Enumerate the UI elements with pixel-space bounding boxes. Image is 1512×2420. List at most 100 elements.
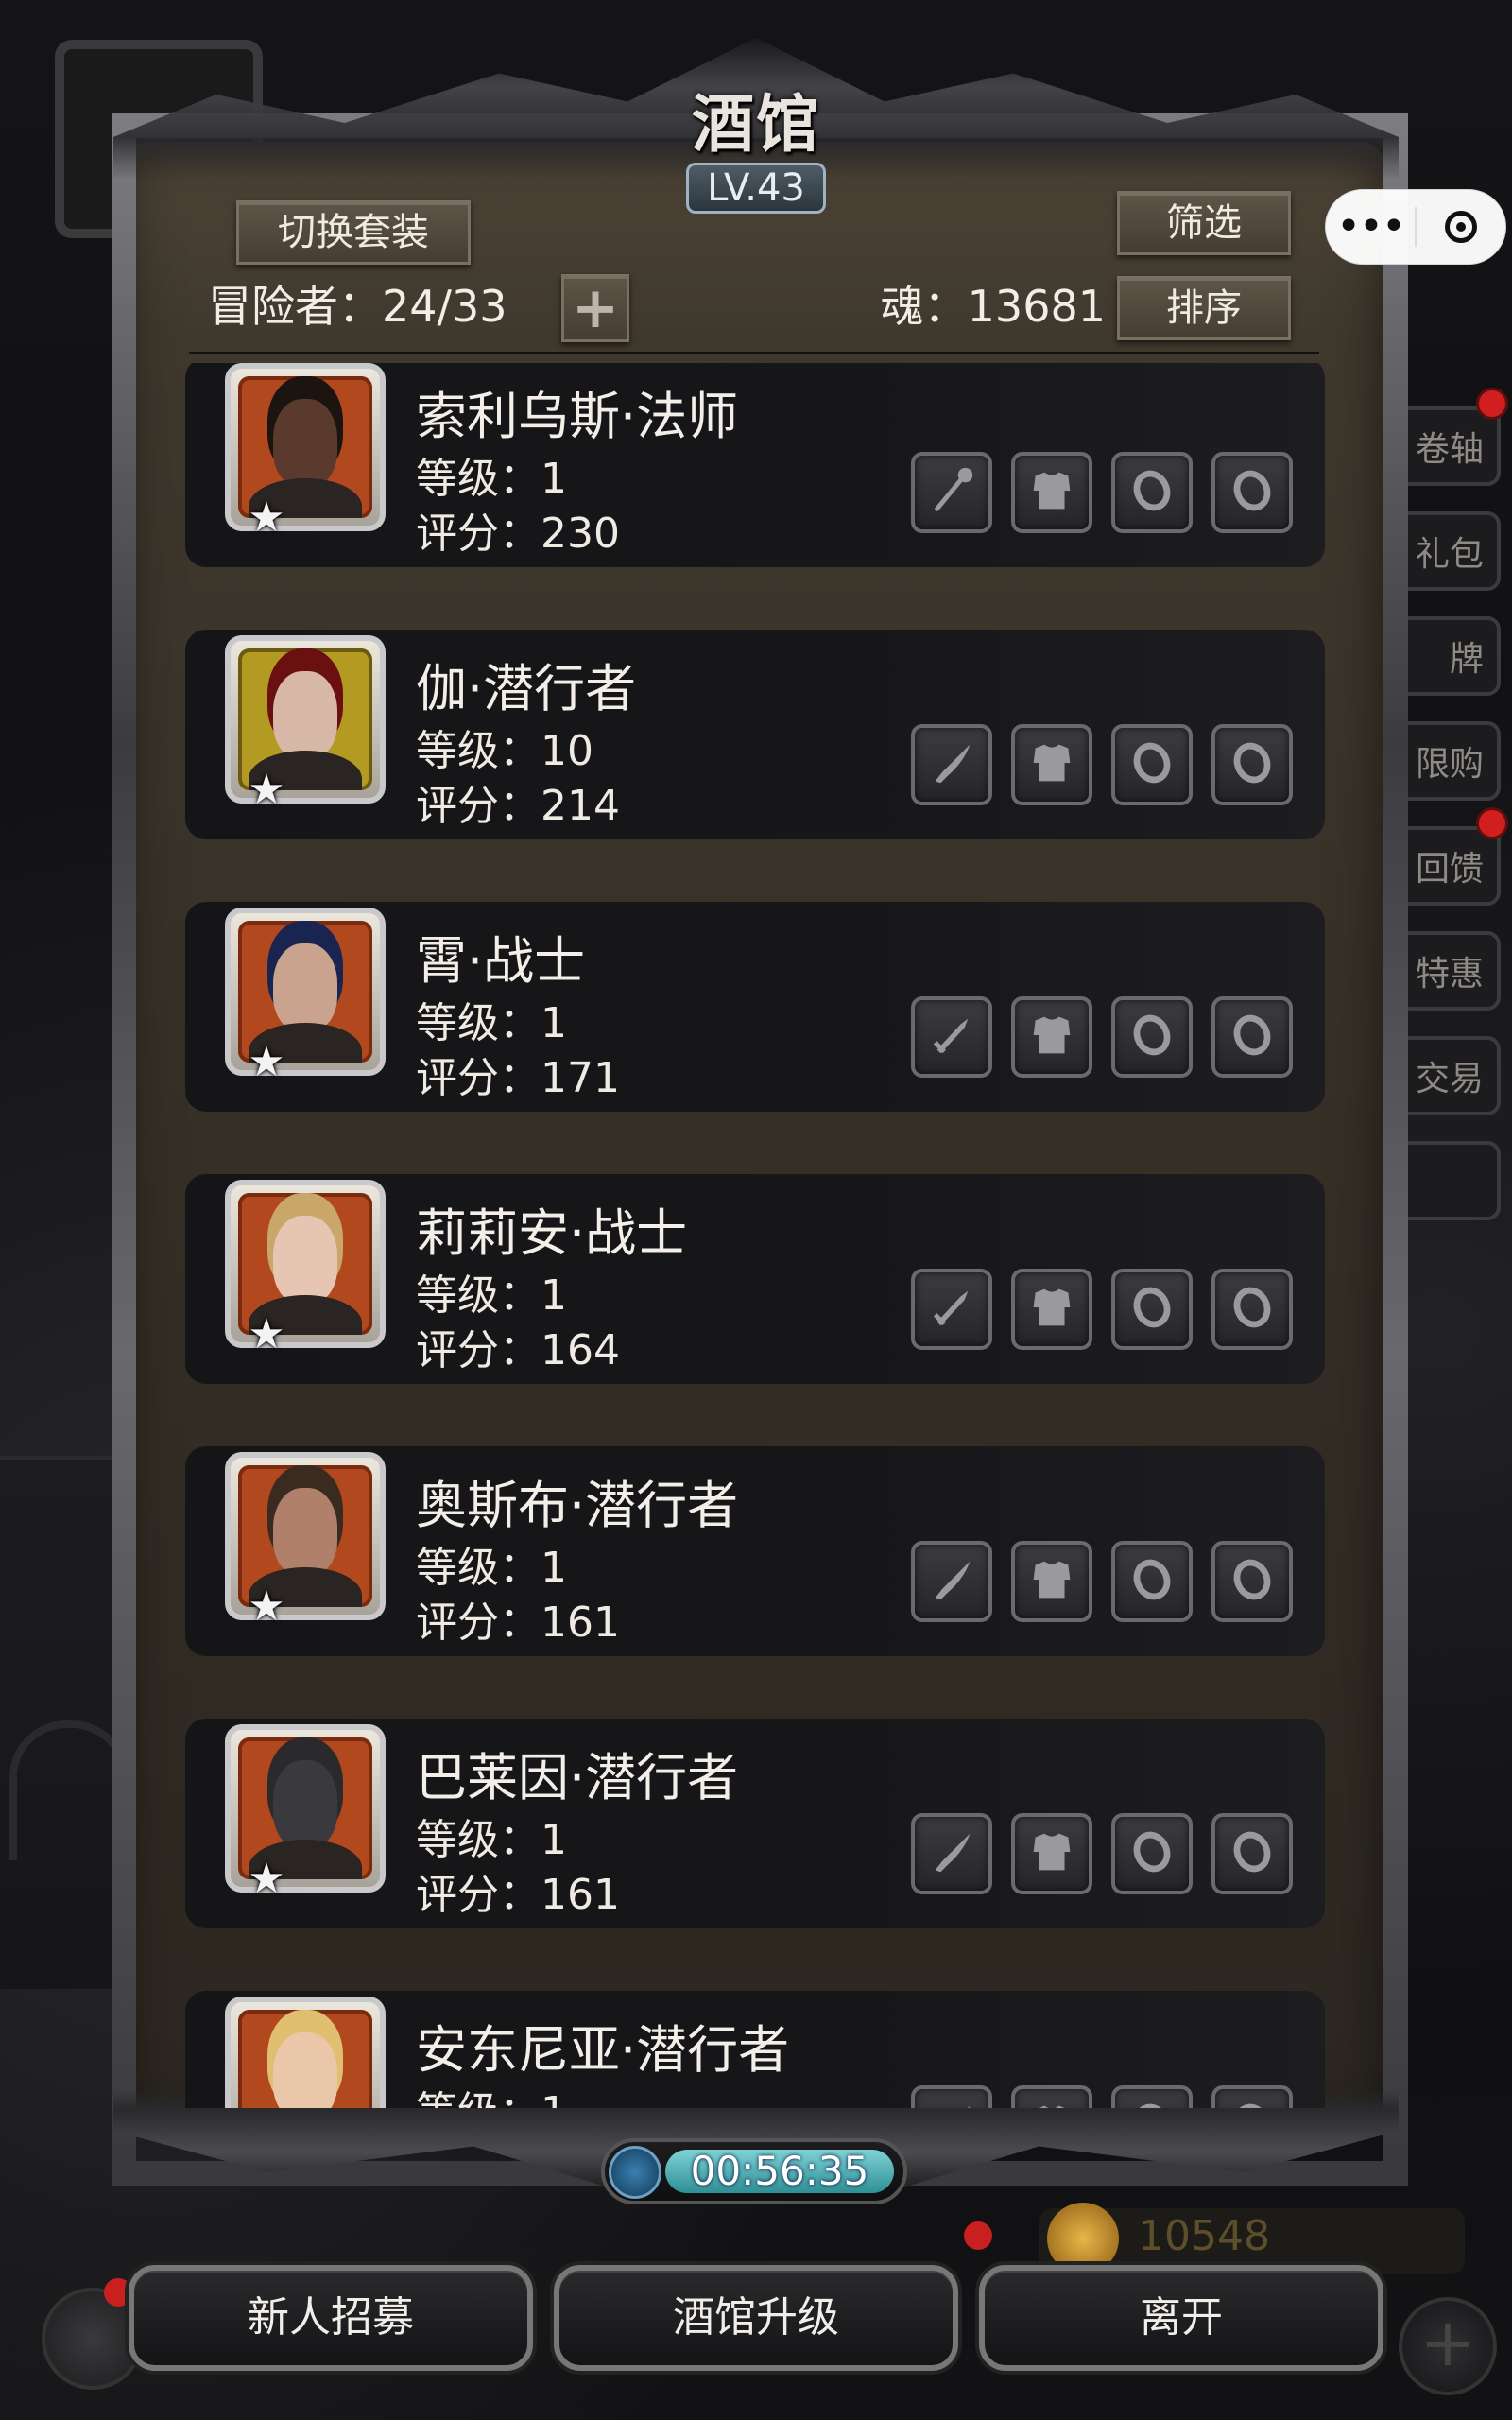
weapon-slot[interactable] xyxy=(911,996,992,1078)
weapon-slot[interactable] xyxy=(911,1541,992,1622)
adventurer-level: 等级：1 xyxy=(416,1544,567,1592)
adventurer-card[interactable]: ★安东尼亚·潜行者等级：1 xyxy=(185,1991,1325,2108)
ring-slot[interactable] xyxy=(1211,1269,1293,1350)
ring-icon xyxy=(1225,735,1280,794)
side-menu-label: 礼包 xyxy=(1415,535,1484,574)
ring-icon xyxy=(1225,1280,1280,1339)
side-menu-label: 牌 xyxy=(1449,640,1484,679)
adventurer-name: 莉莉安·战士 xyxy=(416,1203,688,1263)
dagger-icon xyxy=(924,735,979,794)
star-icon: ★ xyxy=(248,1038,285,1086)
portrait-image xyxy=(238,2010,372,2108)
side-menu: 卷轴 礼包 牌 限购 回馈 特惠 交易 xyxy=(1380,388,1512,1246)
equipment-slots xyxy=(911,1813,1293,1894)
adventurer-score: 评分：214 xyxy=(416,782,620,830)
ring-icon xyxy=(1125,463,1179,522)
adventurer-level: 等级：1 xyxy=(416,455,567,503)
adventurer-name: 伽·潜行者 xyxy=(416,659,637,718)
ring-slot[interactable] xyxy=(1111,724,1193,805)
adventurer-card[interactable]: ★ 伽·潜行者 等级：10 评分：214 xyxy=(185,630,1325,839)
ring-slot[interactable] xyxy=(1211,724,1293,805)
adventurer-name: 奥斯布·潜行者 xyxy=(416,1476,739,1535)
adventurer-score: 评分：164 xyxy=(416,1326,620,1374)
sort-button[interactable]: 排序 xyxy=(1117,276,1291,340)
side-menu-reward[interactable]: 回馈 xyxy=(1380,807,1508,906)
side-menu-sale[interactable]: 特惠 xyxy=(1380,931,1501,1011)
recruit-button[interactable]: 新人招募 xyxy=(129,2265,533,2371)
mini-program-capsule: ••• xyxy=(1325,189,1506,265)
add-plus-icon[interactable]: + xyxy=(1399,2297,1497,2395)
equipment-slots xyxy=(911,996,1293,1078)
armor-slot[interactable] xyxy=(1011,1813,1092,1894)
armor-icon xyxy=(1024,1824,1079,1883)
weapon-slot[interactable] xyxy=(911,1269,992,1350)
side-menu-more[interactable] xyxy=(1380,1141,1501,1220)
side-menu-card[interactable]: 牌 xyxy=(1380,616,1501,696)
switch-outfit-button[interactable]: 切换套装 xyxy=(236,200,471,265)
dagger-icon xyxy=(924,1552,979,1611)
side-menu-label: 特惠 xyxy=(1415,955,1484,994)
armor-slot[interactable] xyxy=(1011,1269,1092,1350)
ring-slot[interactable] xyxy=(1111,2085,1193,2108)
ring-slot[interactable] xyxy=(1111,1813,1193,1894)
armor-slot[interactable] xyxy=(1011,724,1092,805)
armor-slot[interactable] xyxy=(1011,2085,1092,2108)
dagger-icon xyxy=(924,1824,979,1883)
adventurer-card[interactable]: ★ 巴莱因·潜行者 等级：1 评分：161 xyxy=(185,1719,1325,1928)
equipment-slots xyxy=(911,2085,1293,2108)
gold-amount: 10548 xyxy=(1138,2212,1270,2260)
ring-slot[interactable] xyxy=(1211,2085,1293,2108)
equipment-slots xyxy=(911,452,1293,533)
ring-slot[interactable] xyxy=(1211,1813,1293,1894)
weapon-slot[interactable] xyxy=(911,724,992,805)
ring-slot[interactable] xyxy=(1111,452,1193,533)
weapon-slot[interactable] xyxy=(911,1813,992,1894)
side-menu-label: 卷轴 xyxy=(1415,430,1484,469)
side-menu-scroll[interactable]: 卷轴 xyxy=(1380,388,1508,486)
armor-slot[interactable] xyxy=(1011,1541,1092,1622)
ring-slot[interactable] xyxy=(1211,452,1293,533)
gold-coin-icon xyxy=(1047,2203,1119,2274)
adventurer-list[interactable]: ★ 索利乌斯·法师 等级：1 评分：230 ★ 伽·潜行者 等级：10 评分：214 ★ 霄·战士… xyxy=(185,363,1325,2108)
filter-button[interactable]: 筛选 xyxy=(1117,191,1291,255)
adventurer-card[interactable]: ★ 莉莉安·战士 等级：1 评分：164 xyxy=(185,1174,1325,1384)
notification-dot xyxy=(1476,388,1508,420)
adventurer-count: 冒险者：24/33 xyxy=(208,281,507,332)
adventurer-card[interactable]: ★ 霄·战士 等级：1 评分：171 xyxy=(185,902,1325,1112)
ring-icon xyxy=(1125,1552,1179,1611)
adventurer-level: 等级：1 xyxy=(416,1271,567,1320)
side-menu-gift[interactable]: 礼包 xyxy=(1380,511,1501,591)
divider xyxy=(189,352,1319,354)
adventurer-card[interactable]: ★ 索利乌斯·法师 等级：1 评分：230 xyxy=(185,363,1325,567)
more-menu-icon[interactable]: ••• xyxy=(1326,189,1415,265)
adventurer-portrait[interactable] xyxy=(225,1996,386,2108)
ring-icon xyxy=(1125,1824,1179,1883)
ring-slot[interactable] xyxy=(1111,1269,1193,1350)
star-icon: ★ xyxy=(248,1855,285,1903)
ring-slot[interactable] xyxy=(1211,1541,1293,1622)
weapon-slot[interactable] xyxy=(911,452,992,533)
upgrade-tavern-button[interactable]: 酒馆升级 xyxy=(554,2265,958,2371)
tavern-level-badge: LV.43 xyxy=(686,163,826,214)
armor-icon xyxy=(1024,735,1079,794)
side-menu-label: 交易 xyxy=(1415,1060,1484,1098)
side-menu-trade[interactable]: 交易 xyxy=(1380,1036,1501,1115)
close-target-icon[interactable] xyxy=(1417,211,1505,243)
adventurer-score: 评分：171 xyxy=(416,1054,620,1102)
add-slot-button[interactable]: + xyxy=(561,274,629,342)
leave-button[interactable]: 离开 xyxy=(979,2265,1383,2371)
adventurer-name: 巴莱因·潜行者 xyxy=(416,1748,739,1807)
adventurer-name: 索利乌斯·法师 xyxy=(416,387,739,446)
sword-icon xyxy=(924,1280,979,1339)
armor-slot[interactable] xyxy=(1011,996,1092,1078)
ring-slot[interactable] xyxy=(1211,996,1293,1078)
ring-slot[interactable] xyxy=(1111,1541,1193,1622)
star-icon: ★ xyxy=(248,1582,285,1631)
side-menu-limited[interactable]: 限购 xyxy=(1380,721,1501,801)
weapon-slot[interactable] xyxy=(911,2085,992,2108)
ring-slot[interactable] xyxy=(1111,996,1193,1078)
armor-slot[interactable] xyxy=(1011,452,1092,533)
adventurer-card[interactable]: ★ 奥斯布·潜行者 等级：1 评分：161 xyxy=(185,1446,1325,1656)
equipment-slots xyxy=(911,1541,1293,1622)
dagger-icon xyxy=(924,2097,979,2108)
